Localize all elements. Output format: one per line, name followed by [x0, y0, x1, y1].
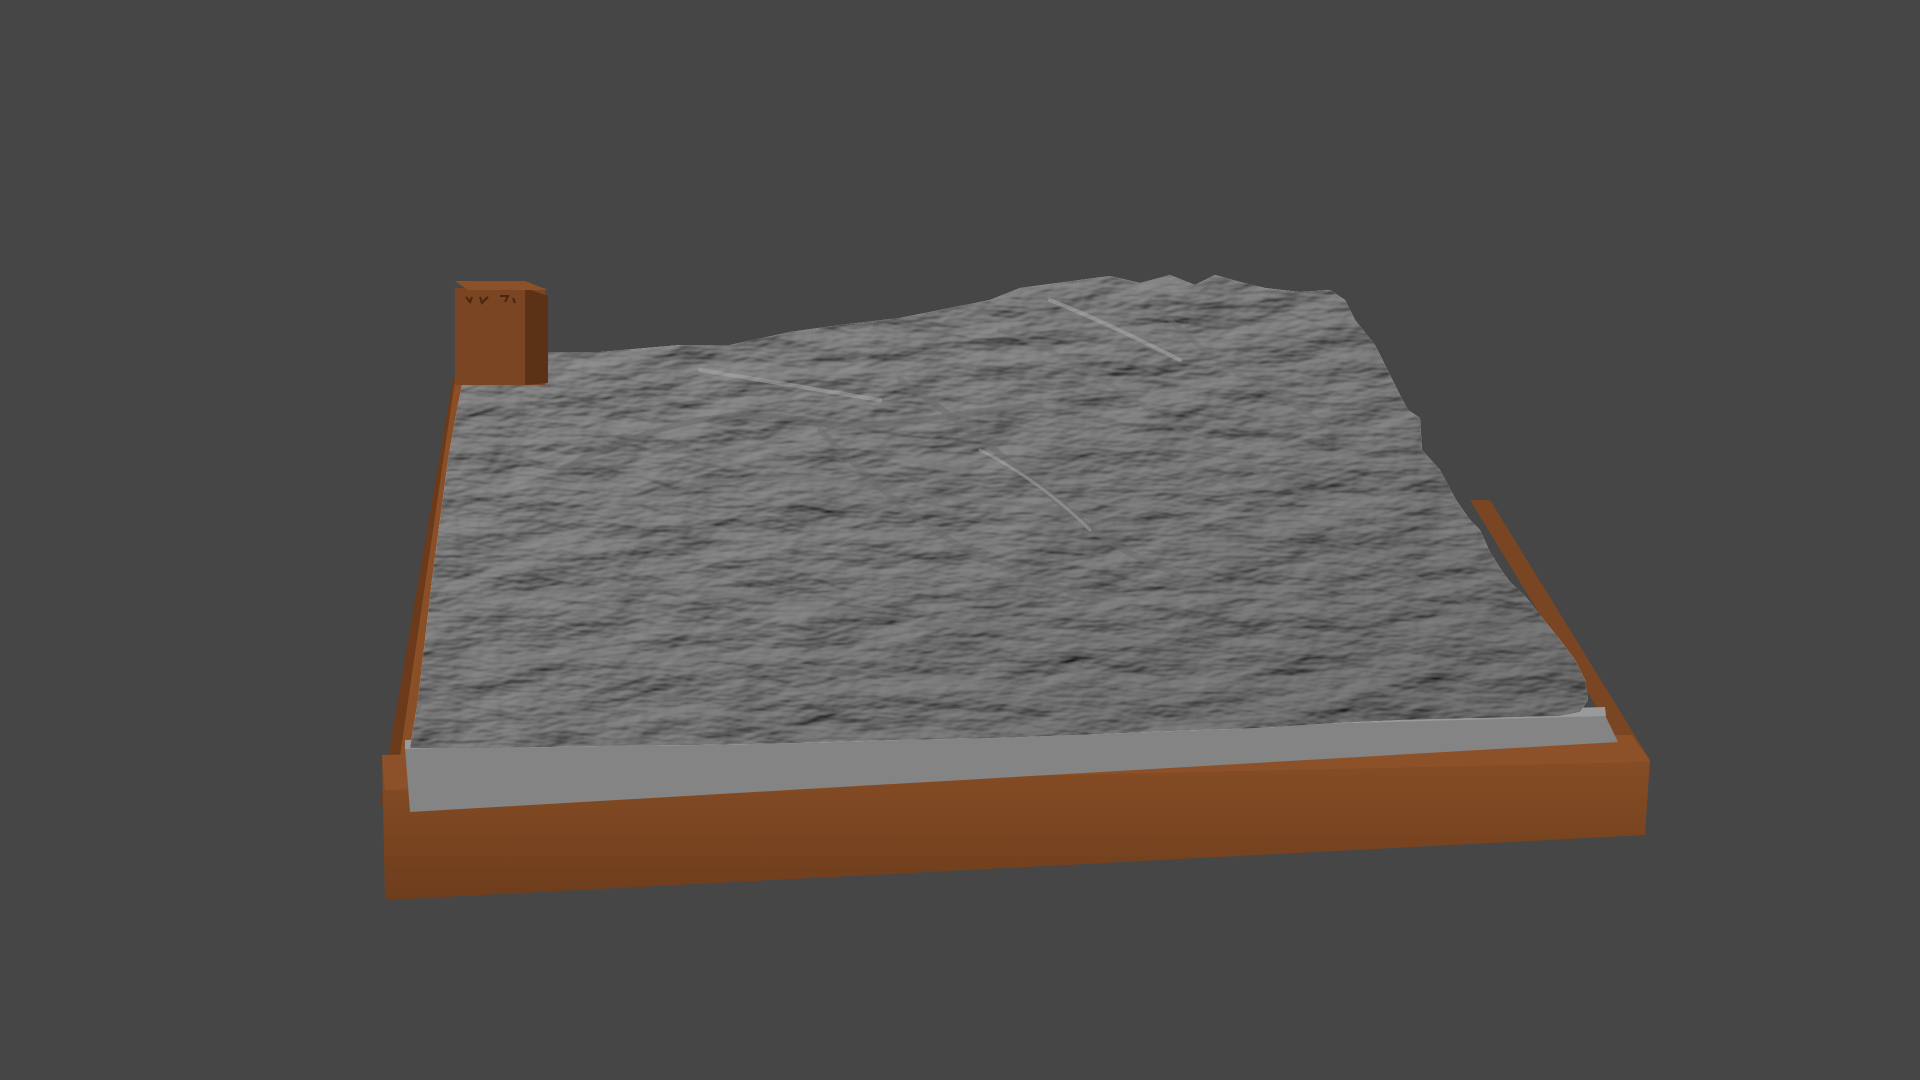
terrain-model-scene: [380, 275, 1650, 900]
tower-right-face: [525, 288, 548, 385]
3d-viewport[interactable]: [0, 0, 1920, 1080]
tower-top: [455, 281, 548, 290]
terrain-surface: [410, 275, 1588, 748]
terrain-model-icon: [455, 281, 548, 385]
